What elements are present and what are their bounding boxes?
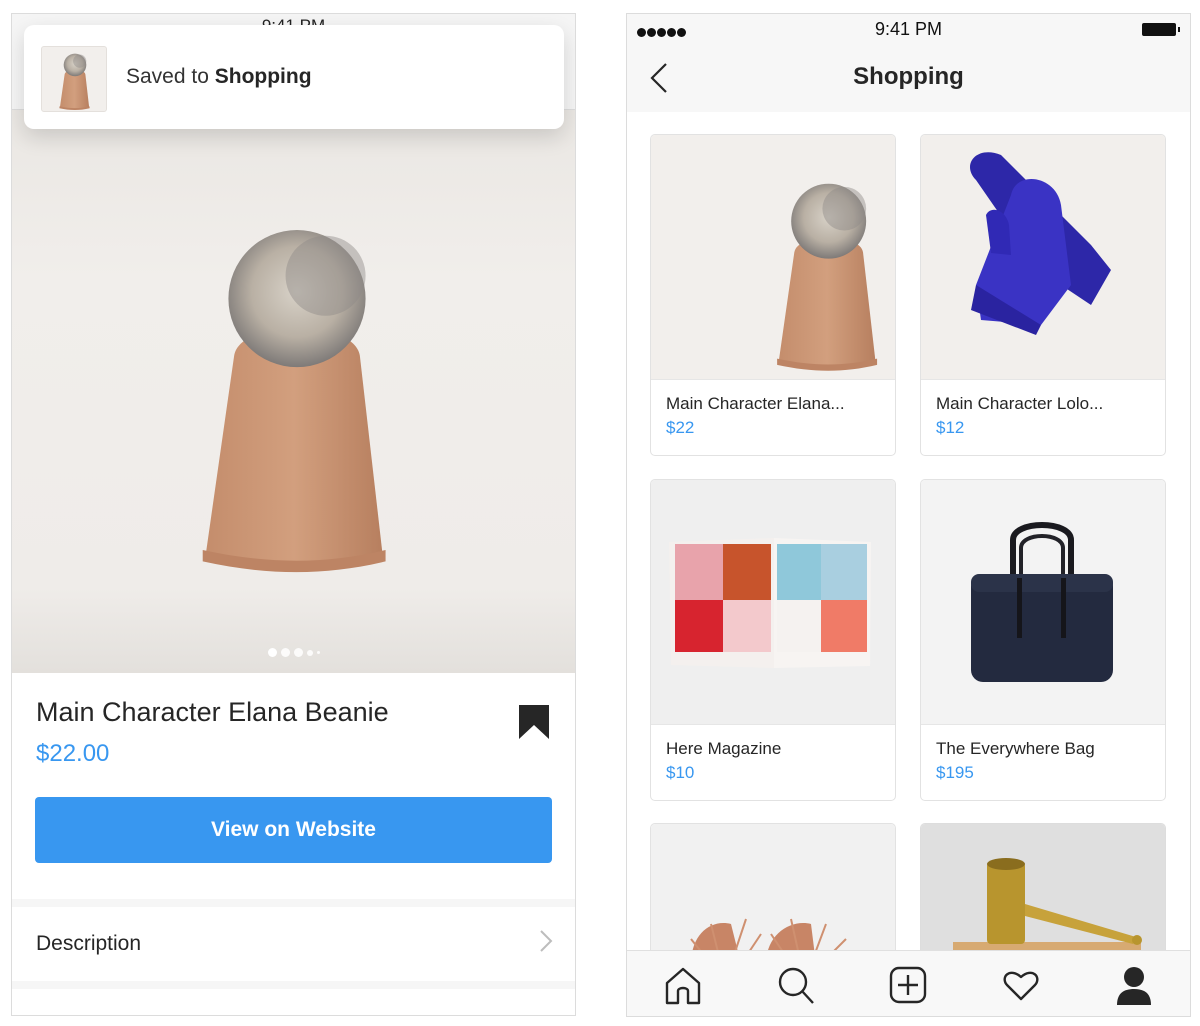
toast-prefix: Saved to: [126, 65, 215, 88]
product-card[interactable]: Main Character Lolo... $12: [920, 134, 1166, 456]
product-price: $10: [666, 763, 695, 782]
product-image: [921, 135, 1165, 380]
product-card[interactable]: [650, 823, 896, 963]
product-card[interactable]: Here Magazine $10: [650, 479, 896, 801]
product-card[interactable]: The Everywhere Bag $195: [920, 479, 1166, 801]
product-image-carousel[interactable]: [12, 110, 575, 673]
heart-icon[interactable]: [1001, 965, 1041, 1005]
product-name: Main Character Elana...: [666, 394, 845, 413]
product-price: $22: [666, 418, 695, 437]
product-name: Main Character Lolo...: [936, 394, 1104, 413]
home-icon[interactable]: [663, 965, 703, 1005]
magazine-image: [669, 538, 871, 668]
beanie-thumb-image: [42, 47, 107, 112]
mittens-image: [970, 152, 1111, 335]
search-icon[interactable]: [776, 965, 816, 1005]
section-divider: [12, 981, 575, 989]
description-label: Description: [36, 932, 142, 955]
description-row[interactable]: Description: [12, 907, 575, 981]
carousel-dots: [12, 644, 575, 662]
battery-icon: [1142, 23, 1180, 36]
section-divider: [12, 899, 575, 907]
product-name: Here Magazine: [666, 739, 782, 758]
product-image: [921, 480, 1165, 725]
toast-collection-link[interactable]: Shopping: [215, 65, 312, 88]
product-detail-screen: 9:41 PM Saved to Shopping Main Character…: [11, 13, 576, 1016]
product-price: $22.00: [36, 740, 110, 767]
page-title: Shopping: [853, 63, 964, 90]
bookmark-icon[interactable]: [518, 704, 550, 740]
product-image: [651, 824, 895, 962]
carousel-dot-active: [267, 648, 277, 658]
product-grid: Main Character Elana... $22 Main Charact…: [627, 112, 1190, 963]
feather-sandals-image: [690, 918, 847, 962]
nav-bar: Shopping: [627, 44, 1190, 112]
product-price: $12: [936, 418, 965, 437]
beanie-image: [152, 190, 442, 590]
carousel-dot: [316, 651, 320, 655]
add-post-icon[interactable]: [888, 965, 928, 1005]
product-card[interactable]: Main Character Elana... $22: [650, 134, 896, 456]
beanie-image: [651, 135, 896, 380]
shopping-collection-screen: 9:41 PM Shopping Main Character Elana...…: [626, 13, 1191, 1017]
status-bar: 9:41 PM: [627, 14, 1190, 44]
product-image: [921, 824, 1165, 962]
saved-toast[interactable]: Saved to Shopping: [24, 25, 564, 129]
view-on-website-button[interactable]: View on Website: [35, 797, 552, 863]
profile-icon[interactable]: [1114, 965, 1154, 1005]
product-image: [651, 135, 895, 380]
product-name: The Everywhere Bag: [936, 739, 1095, 758]
product-image: [651, 480, 895, 725]
carousel-dot: [306, 649, 313, 656]
bag-image: [971, 522, 1113, 682]
product-title: Main Character Elana Beanie: [36, 697, 389, 727]
carousel-dot: [293, 648, 303, 658]
product-price: $195: [936, 763, 974, 782]
carousel-dot: [280, 648, 290, 658]
product-card[interactable]: [920, 823, 1166, 963]
toast-message: Saved to Shopping: [126, 65, 312, 89]
toast-thumbnail: [41, 46, 107, 112]
chevron-right-icon: [540, 930, 553, 952]
tab-bar: [627, 950, 1190, 1016]
status-time: 9:41 PM: [874, 19, 943, 39]
brass-hammer-image: [953, 858, 1142, 962]
